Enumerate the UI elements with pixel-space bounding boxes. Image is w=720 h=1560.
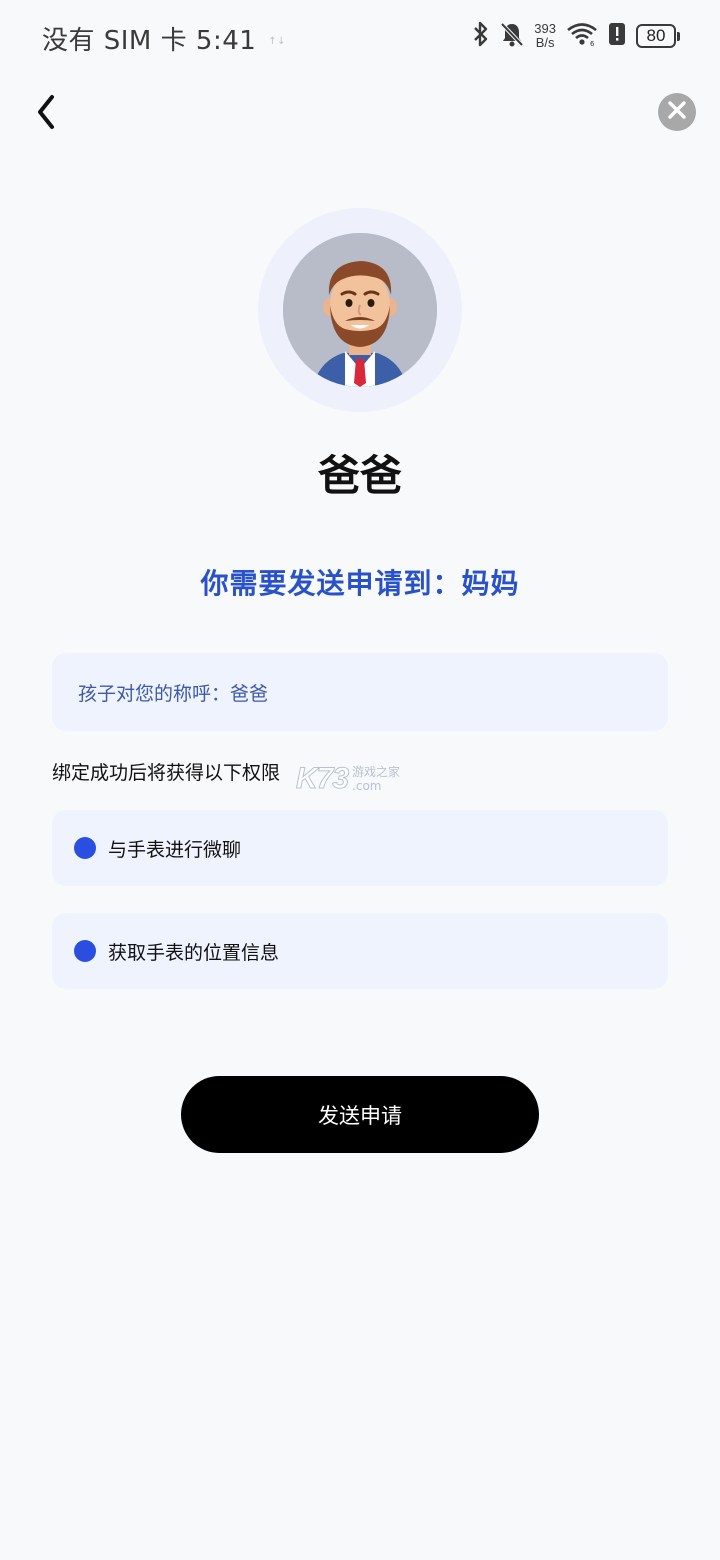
watermark-line2: .com (352, 779, 382, 793)
close-button[interactable] (658, 93, 696, 131)
permission-item-location: 获取手表的位置信息 (52, 913, 668, 989)
permission-label: 与手表进行微聊 (108, 838, 242, 861)
status-tiny-mark: ↑↓ (268, 36, 287, 47)
close-icon (668, 101, 686, 123)
watermark-logo: K73 (295, 762, 349, 796)
status-bar: 没有 SIM 卡 5:41 ↑↓ 393 B/s 6 80 (0, 0, 720, 72)
watermark-side: 游戏之家 .com (352, 765, 400, 793)
battery-tip (677, 31, 680, 41)
send-to-text: 你需要发送申请到：妈妈 (200, 567, 520, 600)
watermark: K73 游戏之家 .com (295, 762, 400, 796)
net-speed-indicator: 393 B/s (534, 22, 556, 50)
role-name: 爸爸 (317, 451, 402, 500)
permissions-heading: 绑定成功后将获得以下权限 (52, 762, 281, 784)
bind-request-screen: 没有 SIM 卡 5:41 ↑↓ 393 B/s 6 80 爸爸 你需要发送申请… (0, 0, 720, 1560)
bearded-man-avatar-icon (283, 233, 437, 387)
back-button[interactable] (28, 92, 64, 136)
bluetooth-icon (472, 21, 490, 51)
status-carrier-time: 没有 SIM 卡 5:41 ↑↓ (42, 20, 286, 57)
alert-icon (608, 22, 626, 50)
net-speed-value: 393 (534, 21, 556, 36)
nickname-text: 孩子对您的称呼：爸爸 (78, 682, 269, 705)
chevron-left-icon (35, 94, 57, 134)
permission-item-chat: 与手表进行微聊 (52, 810, 668, 886)
watermark-line1: 游戏之家 (352, 765, 401, 779)
muted-bell-icon (500, 21, 524, 51)
carrier-time-text: 没有 SIM 卡 5:41 (42, 26, 257, 56)
nickname-field[interactable]: 孩子对您的称呼：爸爸 (52, 653, 668, 731)
battery-level: 80 (636, 24, 676, 48)
avatar (283, 233, 437, 387)
bullet-dot-icon (74, 940, 96, 962)
bullet-dot-icon (74, 837, 96, 859)
status-icons: 393 B/s 6 80 (472, 18, 680, 54)
permission-label: 获取手表的位置信息 (108, 941, 280, 964)
battery-indicator: 80 (636, 24, 680, 48)
avatar-ring (258, 208, 462, 412)
send-request-button[interactable]: 发送申请 (181, 1076, 539, 1153)
send-request-label: 发送申请 (318, 1103, 402, 1128)
wifi-icon: 6 (566, 21, 598, 51)
svg-text:6: 6 (590, 40, 595, 47)
net-speed-unit: B/s (535, 35, 555, 50)
